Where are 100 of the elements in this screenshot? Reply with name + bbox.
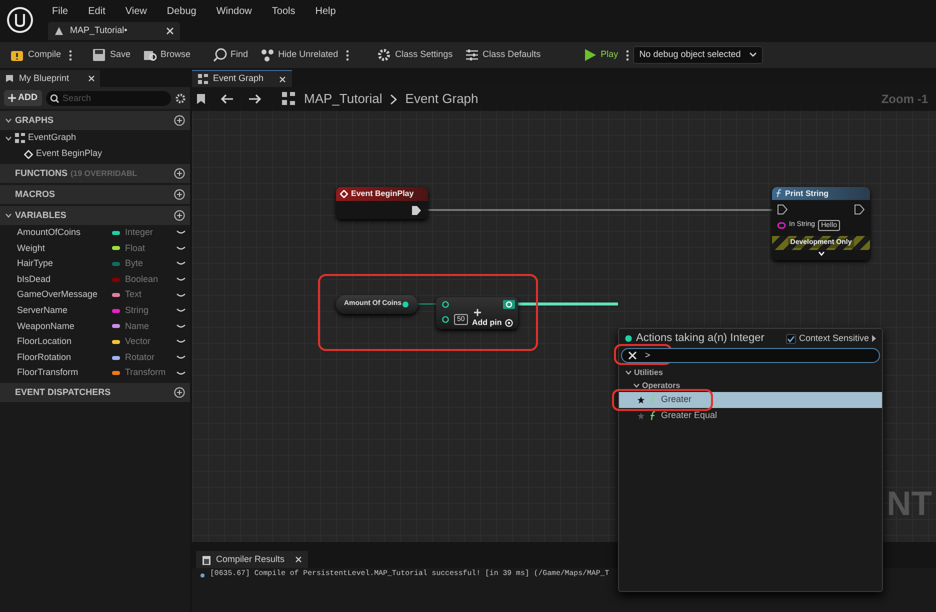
plus-icon <box>474 309 481 316</box>
panel-tab[interactable]: My Blueprint <box>0 70 100 87</box>
variable-row[interactable]: ServerName String <box>0 302 190 319</box>
integer-pin-icon[interactable] <box>402 301 410 308</box>
action-search-box[interactable]: > <box>621 348 880 363</box>
node-title: Event BeginPlay <box>351 188 414 200</box>
add-pin-button[interactable]: Add pin <box>472 317 513 329</box>
back-icon[interactable] <box>220 94 234 104</box>
variable-row[interactable]: GameOverMessage Text <box>0 287 190 303</box>
integer-pin-icon[interactable] <box>503 300 515 309</box>
context-sensitive-checkbox[interactable]: Context Sensitive <box>786 332 876 346</box>
section-header[interactable]: MACROS <box>0 185 190 204</box>
more-icon[interactable] <box>69 50 72 60</box>
add-circle-icon[interactable] <box>174 210 185 221</box>
browse-button[interactable]: Browse <box>138 44 195 66</box>
play-button[interactable]: Play <box>578 44 622 66</box>
engine-logo-icon <box>5 5 35 35</box>
action-item[interactable]: Greater Equal <box>619 408 882 424</box>
defaults-button[interactable]: Class Defaults <box>460 44 545 66</box>
breadcrumb-item[interactable]: Event Graph <box>405 89 478 109</box>
tree-item[interactable]: EventGraph <box>0 130 190 146</box>
search-field[interactable]: Search <box>62 90 167 106</box>
exec-pin-icon[interactable] <box>411 205 422 216</box>
find-button[interactable]: Find <box>208 44 252 66</box>
menu-item[interactable]: Window <box>216 4 252 18</box>
menu-item[interactable]: View <box>125 4 147 18</box>
event-node[interactable]: Event BeginPlay <box>336 187 428 219</box>
variable-row[interactable]: AmountOfCoins Integer <box>0 225 190 241</box>
variable-row[interactable]: WeaponName Name <box>0 318 190 334</box>
add-circle-icon[interactable] <box>174 115 185 126</box>
integer-pin-icon <box>625 335 632 342</box>
bookmark-icon[interactable] <box>196 93 206 105</box>
plus-icon <box>8 94 16 102</box>
variable-row[interactable]: bIsDead Boolean <box>0 272 190 288</box>
section-header[interactable]: EVENT DISPATCHERS <box>0 382 190 402</box>
type-label: Vector <box>125 335 152 348</box>
event-icon <box>340 190 348 198</box>
chevron-icon[interactable] <box>5 117 12 124</box>
add-circle-icon[interactable] <box>174 189 185 200</box>
type-label: Name <box>125 320 150 333</box>
section-header[interactable]: FUNCTIONS (19 OVERRIDABL <box>0 164 190 183</box>
variable-row[interactable]: Weight Float <box>0 240 190 256</box>
document-tab[interactable]: MAP_Tutorial• <box>48 22 180 40</box>
category-row[interactable]: Utilities <box>619 366 882 379</box>
close-icon[interactable] <box>279 76 286 82</box>
clear-icon[interactable] <box>628 351 637 360</box>
menu-item[interactable]: File <box>52 4 68 18</box>
menu-item[interactable]: Help <box>315 4 336 18</box>
variable-row[interactable]: FloorRotation Rotator <box>0 350 190 366</box>
more-icon[interactable] <box>626 50 630 60</box>
menu-item[interactable]: Tools <box>272 4 296 18</box>
panel-tab[interactable]: Compiler Results <box>196 551 308 568</box>
close-icon[interactable] <box>88 75 95 82</box>
exec-pin-icon[interactable] <box>854 204 865 215</box>
menu-item[interactable]: Edit <box>88 4 106 18</box>
book-icon <box>5 74 14 83</box>
settings-button[interactable]: Class Settings <box>373 44 457 66</box>
function-icon <box>650 411 656 421</box>
section-header[interactable]: GRAPHS <box>0 111 190 130</box>
more-icon[interactable] <box>346 50 350 60</box>
section-header[interactable]: VARIABLES <box>0 206 190 225</box>
compile-button[interactable]: Compile <box>6 44 66 66</box>
hide-button[interactable]: Hide Unrelated <box>256 44 342 66</box>
tree-item[interactable]: Event BeginPlay <box>0 146 190 162</box>
variable-row[interactable]: HairType Byte <box>0 256 190 272</box>
graph-tab[interactable]: Event Graph <box>192 70 292 87</box>
function-icon <box>650 395 656 405</box>
clipboard-icon <box>202 554 211 564</box>
zoom-label: Zoom -1 <box>881 91 928 108</box>
forward-icon[interactable] <box>248 94 262 104</box>
chevron-icon[interactable] <box>5 212 12 219</box>
close-icon[interactable] <box>295 556 302 563</box>
event-icon <box>24 150 33 158</box>
chevron-icon[interactable] <box>5 134 12 142</box>
debug-object-dropdown[interactable]: No debug object selected <box>633 46 763 64</box>
string-pin-icon[interactable] <box>777 222 786 229</box>
action-search-field[interactable]: > <box>645 349 657 362</box>
search-box[interactable]: Search <box>46 90 171 106</box>
close-icon[interactable] <box>166 27 174 35</box>
exec-pin-icon[interactable] <box>777 204 788 215</box>
breadcrumb-item[interactable]: MAP_Tutorial <box>304 89 382 109</box>
integer-pin-icon[interactable] <box>442 301 450 308</box>
warning-icon <box>10 48 24 62</box>
add-circle-icon[interactable] <box>174 168 185 179</box>
variable-row[interactable]: FloorLocation Vector <box>0 334 190 350</box>
chevron-down-icon <box>748 52 757 58</box>
chevron-icon[interactable] <box>625 369 632 376</box>
settings-icon[interactable] <box>175 92 186 104</box>
menu-item[interactable]: Debug <box>166 4 196 18</box>
category-row[interactable]: Operators <box>619 379 882 392</box>
folder-search-icon <box>142 48 157 62</box>
chevron-icon[interactable] <box>633 382 640 389</box>
add-circle-icon[interactable] <box>174 386 185 398</box>
save-button[interactable]: Save <box>88 44 135 66</box>
integer-pin-icon[interactable] <box>442 316 450 323</box>
type-label: Float <box>125 242 146 255</box>
type-label: Transform <box>125 366 167 380</box>
add-button[interactable]: ADD <box>4 90 42 106</box>
variable-row[interactable]: FloorTransform Transform <box>0 365 190 381</box>
star-icon <box>637 412 645 420</box>
